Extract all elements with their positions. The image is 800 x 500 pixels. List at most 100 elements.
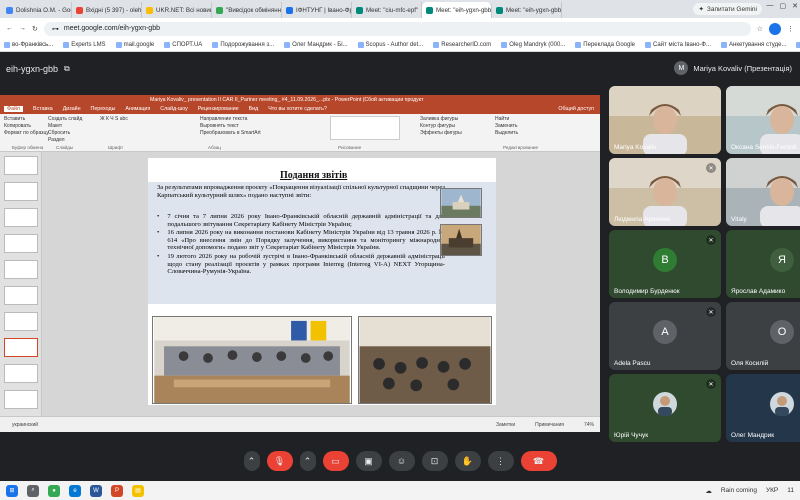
bookmark-item[interactable]: mail.google [115, 42, 154, 48]
bookmark-item[interactable]: Сайт міста Івано-Ф... [645, 42, 711, 48]
bookmark-item[interactable]: Experts LMS [63, 42, 106, 48]
ribbon-command[interactable]: Выделить [495, 130, 518, 137]
bookmark-item[interactable]: Scopus - Author det... [357, 42, 423, 48]
ppt-menu-item[interactable]: Вид [249, 106, 259, 112]
profile-avatar[interactable] [769, 22, 781, 35]
browser-tab[interactable]: Meet: "ciu-mfc-epf"✕ [352, 2, 422, 18]
camera-options-button[interactable]: ⌃ [299, 451, 316, 471]
share-button[interactable]: Общий доступ [558, 106, 594, 112]
back-icon[interactable]: ← [6, 25, 13, 32]
keyboard-language[interactable]: УКР [766, 487, 778, 494]
ppt-menu-item[interactable]: Файл [4, 106, 24, 112]
status-comments[interactable]: Примечания [535, 422, 564, 428]
ribbon-command[interactable]: Эффекты фигуры [420, 130, 462, 137]
ribbon-command[interactable]: Сбросить [48, 130, 82, 137]
browser-tab[interactable]: Dolishnia O.M. - Google A✕ [2, 2, 72, 18]
ribbon-command[interactable]: Макет [48, 123, 82, 130]
ribbon-command[interactable]: Найти [495, 116, 518, 123]
participant-tile[interactable]: Mariya Kovaliv [609, 86, 721, 154]
minimize-icon[interactable]: — [767, 2, 774, 10]
maximize-icon[interactable]: ▢ [780, 2, 787, 10]
word-icon[interactable]: W [90, 484, 102, 497]
gemini-button[interactable]: ✦ Запитати Gemini [693, 3, 762, 15]
ppt-menu-item[interactable]: Дизайн [63, 106, 81, 112]
camera-toggle-button[interactable]: ▭ [322, 451, 349, 471]
ppt-menu-item[interactable]: Рецензирование [198, 106, 239, 112]
start-icon[interactable]: ⊞ [6, 484, 18, 497]
mic-toggle-button[interactable]: 🎙 [266, 451, 293, 471]
ribbon-command[interactable]: Выровнять текст [200, 123, 261, 130]
raise-hand-button[interactable]: ✋ [454, 451, 481, 471]
shapes-gallery[interactable] [330, 116, 400, 140]
ppt-menu-item[interactable]: Слайд-шоу [160, 106, 187, 112]
bookmark-item[interactable]: Олег Мандрик - Бі... [284, 42, 348, 48]
powerpoint-icon[interactable]: P [111, 484, 123, 497]
slide-thumbnail[interactable] [4, 208, 38, 227]
captions-button[interactable]: ▣ [355, 451, 382, 471]
edge-icon[interactable]: e [69, 484, 81, 497]
ppt-menu-item[interactable]: Что вы хотите сделать? [268, 106, 327, 112]
participant-tile[interactable]: ✕Vitaly [726, 158, 800, 226]
explorer-icon[interactable]: ▤ [132, 484, 144, 497]
search-icon[interactable]: ⌕ [27, 484, 39, 497]
bookmark-item[interactable]: Oleg Mandryk (000... [501, 42, 565, 48]
ppt-menu-item[interactable]: Анимация [125, 106, 150, 112]
bookmark-item[interactable]: Подорожування з... [212, 42, 274, 48]
ribbon-command[interactable]: Копировать [4, 123, 49, 130]
participant-tile[interactable]: ✕Олег Мандрик [726, 374, 800, 442]
participant-tile[interactable]: ✕ Юрій Чучук [609, 374, 721, 442]
browser-tab[interactable]: "Вивсідок обміняння Д✕ [212, 2, 282, 18]
slide-thumbnail[interactable] [4, 338, 38, 357]
ribbon-command[interactable]: Ж К Ч S abc [100, 116, 128, 123]
bookmark-star-icon[interactable]: ☆ [757, 25, 763, 33]
browser-tab[interactable]: ІФНТУНГ | Івано-Франківсь✕ [282, 2, 352, 18]
bookmark-item[interactable]: ResearcherID.com [433, 42, 491, 48]
slide-thumbnail[interactable] [4, 156, 38, 175]
forward-icon[interactable]: → [19, 25, 26, 32]
bookmark-item[interactable]: СПОРТ.UA [164, 42, 202, 48]
participant-tile[interactable]: ✕ Людмила Архипюк [609, 158, 721, 226]
bookmark-item[interactable]: Переклада Google [575, 42, 635, 48]
emoji-button[interactable]: ☺ [388, 451, 415, 471]
slide-thumbnail[interactable] [4, 182, 38, 201]
ppt-menu-item[interactable]: Вставка [33, 106, 53, 112]
browser-tab[interactable]: UKR.NET: Всі новини Украї✕ [142, 2, 212, 18]
browser-tab[interactable]: Вхідні (5 397) - oleh.mand✕ [72, 2, 142, 18]
close-window-icon[interactable]: ✕ [792, 2, 798, 10]
bookmark-item[interactable]: Анкетування студе... [721, 42, 786, 48]
participant-tile[interactable]: Оксана Senkiv-Fertedi [726, 86, 800, 154]
slide-thumbnail[interactable] [4, 364, 38, 383]
more-options-button[interactable]: ⋮ [487, 451, 514, 471]
menu-icon[interactable]: ⋮ [787, 25, 794, 33]
slide-thumbnail[interactable] [4, 260, 38, 279]
ribbon-command[interactable]: Раздел [48, 137, 82, 144]
address-bar[interactable]: ⊶ meet.google.com/eih-ygxn-gbb [43, 21, 751, 36]
ribbon-command[interactable]: Заменить [495, 123, 518, 130]
browser-tab[interactable]: Meet: "eih-ygxn-gbb"✕ [492, 2, 562, 18]
reload-icon[interactable]: ↻ [32, 25, 38, 33]
ribbon-command[interactable]: Преобразовать в SmartArt [200, 130, 261, 137]
participant-tile[interactable]: A ✕ Adela Pascu [609, 302, 721, 370]
ribbon-command[interactable]: Создать слайд [48, 116, 82, 123]
ppt-menu-item[interactable]: Переходы [91, 106, 116, 112]
ribbon-command[interactable]: Формат по образцу [4, 130, 49, 137]
ribbon-command[interactable]: Контур фигуры [420, 123, 462, 130]
ribbon-command[interactable]: Заливка фигуры [420, 116, 462, 123]
participant-tile[interactable]: O✕Оля Косилій [726, 302, 800, 370]
slide-thumbnail[interactable] [4, 234, 38, 253]
leave-call-button[interactable]: ☎ [520, 451, 557, 471]
site-info-icon[interactable]: ⊶ [52, 25, 59, 33]
chrome-icon[interactable]: ● [48, 484, 60, 497]
mic-options-button[interactable]: ⌃ [243, 451, 260, 471]
participant-tile[interactable]: Я✕Ярослав Адамико [726, 230, 800, 298]
slide-thumbnail[interactable] [4, 312, 38, 331]
slide-thumbnail[interactable] [4, 390, 38, 409]
status-notes[interactable]: Заметки [496, 422, 515, 428]
ribbon-command[interactable]: Вставить [4, 116, 49, 123]
bookmark-item[interactable]: Усі закладки [796, 42, 800, 48]
browser-tab[interactable]: Meet: "eih-ygxn-gbb"✕ [422, 2, 492, 18]
meeting-info-icon[interactable]: ⧉ [64, 64, 70, 74]
bookmark-item[interactable]: во-Франківсь... [4, 42, 53, 48]
ribbon-command[interactable]: Направление текста [200, 116, 261, 123]
participant-tile[interactable]: В ✕ Володимир Бурденюк [609, 230, 721, 298]
